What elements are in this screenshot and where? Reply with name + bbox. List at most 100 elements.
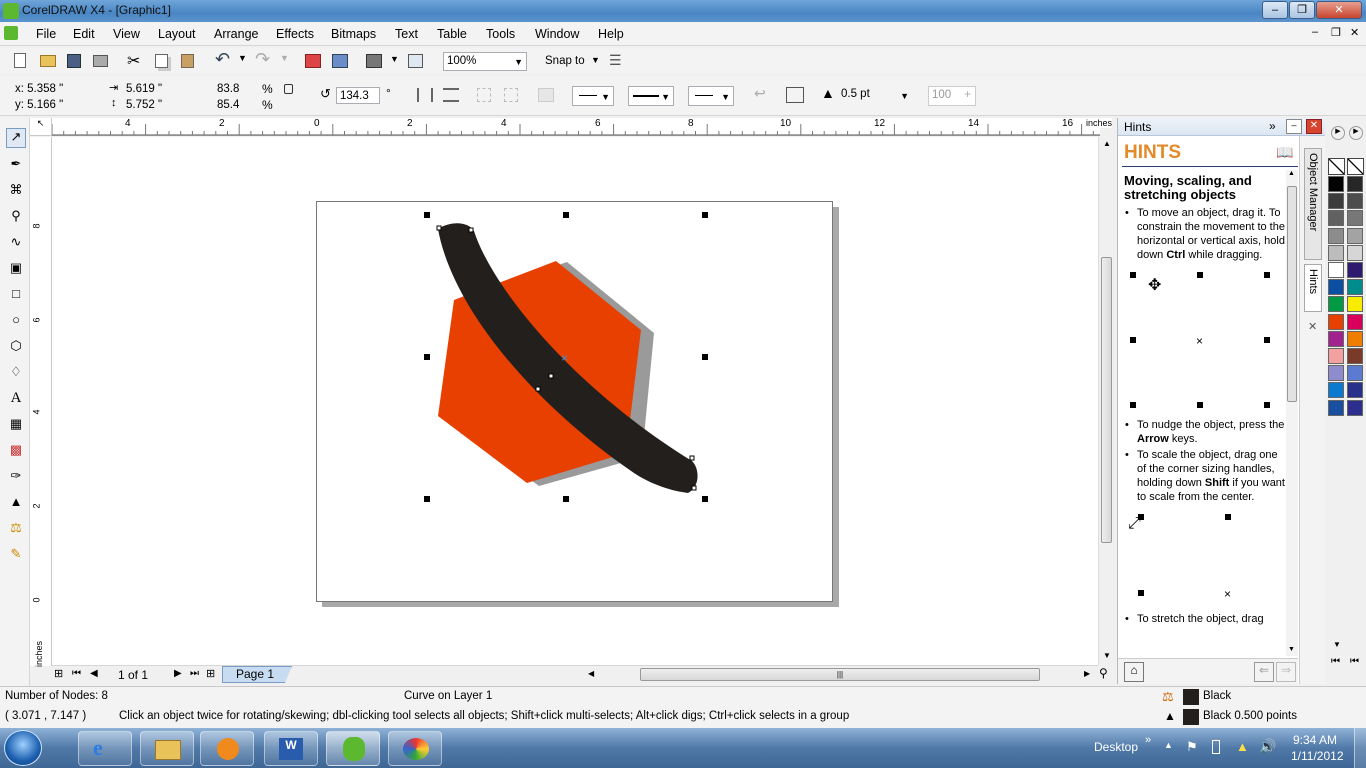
opacity-field[interactable]: 100 + [928,86,976,106]
interactive-blend-tool-icon[interactable]: ▩ [6,442,26,462]
scale-width-field[interactable]: 83.8 [214,81,258,98]
scroll-up-icon[interactable]: ▲ [1103,139,1111,148]
insert-page-after-icon[interactable]: ⊞ [206,667,215,680]
color-swatch[interactable] [1347,330,1363,347]
freehand-tool-icon[interactable]: ∿ [6,234,26,254]
vertical-ruler[interactable]: 8 6 4 2 0 inches [30,137,52,667]
color-swatch[interactable] [1328,313,1344,330]
color-swatch[interactable] [1328,176,1344,192]
center-marker-icon[interactable]: × [561,351,568,365]
undo-icon[interactable]: ↶ [215,49,230,70]
welcome-screen-icon[interactable] [408,54,423,68]
shape-tool-icon[interactable]: ✒ [6,156,26,176]
color-swatch[interactable] [1347,193,1363,210]
no-color-swatch[interactable] [1347,158,1364,175]
mirror-vertical-icon[interactable] [443,88,459,102]
taskbar-coreldraw[interactable] [326,731,380,766]
battery-icon[interactable] [1212,740,1220,754]
color-swatch[interactable] [1347,296,1363,313]
network-icon[interactable]: ▲ [1236,739,1249,754]
taskbar-paint[interactable] [388,731,442,766]
tab-close-icon[interactable]: ✕ [1308,320,1317,333]
color-swatch[interactable] [1328,227,1344,244]
application-launcher-icon[interactable] [366,54,382,68]
open-icon[interactable] [40,55,56,67]
color-swatch[interactable] [1347,279,1363,296]
menu-tools[interactable]: Tools [486,27,515,41]
color-swatch[interactable] [1328,399,1344,416]
smart-fill-tool-icon[interactable]: ▣ [6,260,26,280]
color-swatch[interactable] [1347,227,1363,244]
color-swatch[interactable] [1347,262,1363,278]
hints-home-icon[interactable]: ⌂ [1124,662,1144,682]
insert-page-before-icon[interactable]: ⊞ [54,667,63,680]
basic-shapes-tool-icon[interactable]: ♢ [6,364,26,384]
text-tool-icon[interactable]: A [6,390,26,410]
first-page-icon[interactable]: ⏮ [72,668,81,679]
eyedropper-tool-icon[interactable]: ✑ [6,468,26,488]
interactive-fill-tool-icon[interactable]: ✎ [6,546,26,566]
vertical-scroll-thumb[interactable] [1101,257,1112,543]
color-swatch[interactable] [1328,279,1344,296]
horizontal-ruler[interactable]: 4 2 0 2 4 6 8 10 12 14 16 inches [52,118,1113,136]
color-swatch[interactable] [1328,296,1344,313]
palette-scroll-down-icon[interactable]: ▼ [1333,640,1341,649]
fill-color-swatch[interactable] [1183,689,1199,705]
zoom-tool-icon[interactable]: ⚲ [6,208,26,228]
start-button[interactable] [4,730,42,766]
palette-flyout-icon[interactable]: ▶ [1349,126,1363,140]
color-swatch[interactable] [1328,262,1344,278]
color-swatch[interactable] [1347,176,1363,192]
ellipse-tool-icon[interactable]: ○ [6,312,26,332]
menu-edit[interactable]: Edit [73,27,95,41]
hints-back-icon[interactable]: ⇐ [1254,662,1274,682]
clock-date[interactable]: 1/11/2012 [1291,749,1344,763]
menu-bitmaps[interactable]: Bitmaps [331,27,376,41]
copy-icon[interactable] [155,54,168,68]
crop-tool-icon[interactable]: ⌘ [6,182,26,202]
doc-restore-icon[interactable]: ❐ [1331,26,1341,39]
action-center-icon[interactable]: ⚑ [1186,739,1198,755]
table-tool-icon[interactable]: ▦ [6,416,26,436]
minimize-button[interactable]: – [1262,1,1288,19]
volume-icon[interactable]: 🔊 [1259,738,1276,755]
menu-help[interactable]: Help [598,27,624,41]
color-swatch[interactable] [1328,244,1344,261]
options-icon[interactable]: ☰ [609,52,622,69]
doc-minimize-icon[interactable]: – [1312,26,1318,38]
cut-icon[interactable]: ✂ [127,51,140,71]
scroll-left-icon[interactable]: ◀ [588,669,594,678]
pick-tool-icon[interactable]: ↗ [6,128,26,148]
hints-scroll-up-icon[interactable]: ▲ [1288,170,1295,177]
taskbar-internet-explorer[interactable]: e [78,731,132,766]
navigator-zoom-icon[interactable]: ⚲ [1099,666,1108,680]
outline-color-swatch[interactable] [1183,709,1199,725]
paste-icon[interactable] [181,54,194,68]
redo-dropdown-icon[interactable]: ▼ [280,53,289,63]
menu-layout[interactable]: Layout [158,27,196,41]
tab-object-manager[interactable]: Object Manager [1304,148,1322,260]
desktop-toolbar-expand-icon[interactable]: » [1145,734,1151,746]
color-swatch[interactable] [1328,365,1344,382]
launcher-dropdown-icon[interactable]: ▼ [390,54,399,64]
last-page-icon[interactable]: ⏭ [190,668,199,679]
no-color-swatch[interactable] [1328,158,1345,175]
hints-scroll-thumb[interactable] [1287,186,1297,402]
palette-scroll-up-icon[interactable]: ▶ [1331,126,1345,140]
color-swatch[interactable] [1328,348,1344,364]
show-hidden-icons[interactable]: ▲ [1164,740,1173,750]
rotation-angle-field[interactable]: 134.3 [336,87,380,104]
fill-tool-icon[interactable]: ⚖ [6,520,26,540]
ruler-origin[interactable]: ↖ [30,118,52,136]
color-swatch[interactable] [1328,330,1344,347]
scroll-down-icon[interactable]: ▼ [1103,651,1111,660]
docker-close-icon[interactable]: ✕ [1306,119,1322,134]
palette-first-icon[interactable]: ⏮ [1331,656,1340,667]
wrap-text-icon[interactable] [786,87,804,103]
end-arrowhead-select[interactable]: ▼ [688,86,734,106]
color-swatch[interactable] [1347,382,1363,399]
print-icon[interactable] [93,55,108,67]
height-field[interactable]: 5.752 " [123,97,205,114]
color-swatch[interactable] [1328,382,1344,399]
color-swatch[interactable] [1347,210,1363,227]
